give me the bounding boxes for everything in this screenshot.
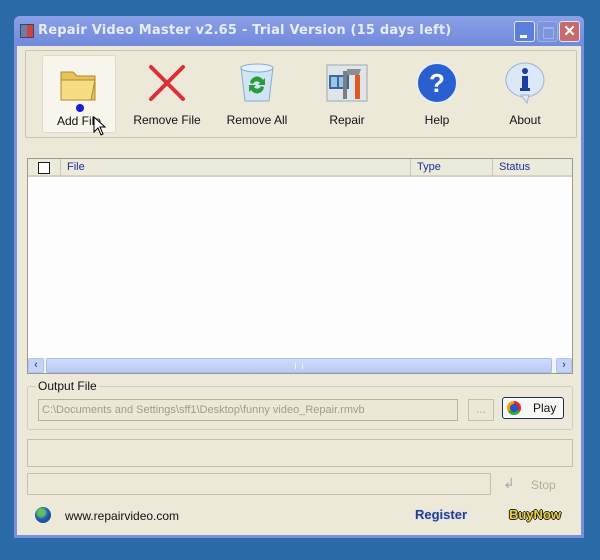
question-icon: ? <box>416 62 458 104</box>
register-button[interactable]: Register <box>415 507 467 522</box>
app-window: Repair Video Master v2.65 - Trial Versio… <box>14 16 584 538</box>
browse-button[interactable]: ... <box>468 399 494 421</box>
title-bar[interactable]: Repair Video Master v2.65 - Trial Versio… <box>14 16 584 46</box>
stop-icon: ↲ <box>503 475 515 491</box>
info-icon <box>505 62 545 105</box>
remove-all-label: Remove All <box>226 113 288 127</box>
toolbar: Add File Remove File Remove All Repair ?… <box>25 50 577 138</box>
output-file-legend: Output File <box>36 379 99 393</box>
about-button[interactable]: About <box>488 55 562 133</box>
maximize-button[interactable] <box>537 21 558 42</box>
svg-text:?: ? <box>429 68 445 98</box>
repair-label: Repair <box>329 113 365 127</box>
app-icon <box>20 24 34 38</box>
column-type[interactable]: Type <box>410 159 492 176</box>
buy-now-button[interactable]: BuyNow <box>509 507 561 522</box>
file-list[interactable]: File Type Status ‹ › <box>27 158 573 374</box>
file-progress-bar <box>27 473 491 495</box>
select-all-checkbox[interactable] <box>38 162 50 174</box>
media-player-icon <box>507 401 521 415</box>
scroll-grip <box>295 363 303 369</box>
repair-tools-icon <box>326 64 368 102</box>
column-status[interactable]: Status <box>492 159 572 176</box>
minimize-button[interactable] <box>514 21 535 42</box>
overall-progress-bar <box>27 439 573 467</box>
about-label: About <box>509 113 541 127</box>
scroll-thumb[interactable] <box>46 358 552 373</box>
remove-all-button[interactable]: Remove All <box>220 55 294 133</box>
remove-file-button[interactable]: Remove File <box>130 55 204 133</box>
horizontal-scrollbar[interactable]: ‹ › <box>28 358 572 373</box>
website-link[interactable]: www.repairvideo.com <box>65 509 179 523</box>
column-file[interactable]: File <box>60 159 410 176</box>
play-label: Play <box>533 401 557 415</box>
recycle-bin-icon <box>240 63 274 102</box>
remove-file-label: Remove File <box>133 113 201 127</box>
play-button[interactable]: Play <box>502 397 564 419</box>
globe-icon <box>35 507 51 523</box>
repair-button[interactable]: Repair <box>310 55 384 133</box>
cursor-dot <box>76 104 84 112</box>
scroll-right-button[interactable]: › <box>556 358 572 373</box>
mouse-cursor-icon <box>93 116 107 136</box>
add-file-button[interactable]: Add File <box>42 55 116 136</box>
stop-button[interactable]: Stop <box>531 478 556 492</box>
red-x-icon <box>149 65 185 101</box>
help-label: Help <box>424 113 450 127</box>
window-title: Repair Video Master v2.65 - Trial Versio… <box>38 23 452 38</box>
scroll-left-button[interactable]: ‹ <box>28 358 44 373</box>
help-button[interactable]: ? Help <box>400 55 474 133</box>
close-button[interactable]: ✕ <box>559 21 580 42</box>
output-file-group: Output File C:\Documents and Settings\sf… <box>27 379 573 430</box>
file-list-header: File Type Status <box>28 159 572 177</box>
folder-icon <box>60 71 96 101</box>
output-path-field[interactable]: C:\Documents and Settings\sff1\Desktop\f… <box>38 399 458 421</box>
